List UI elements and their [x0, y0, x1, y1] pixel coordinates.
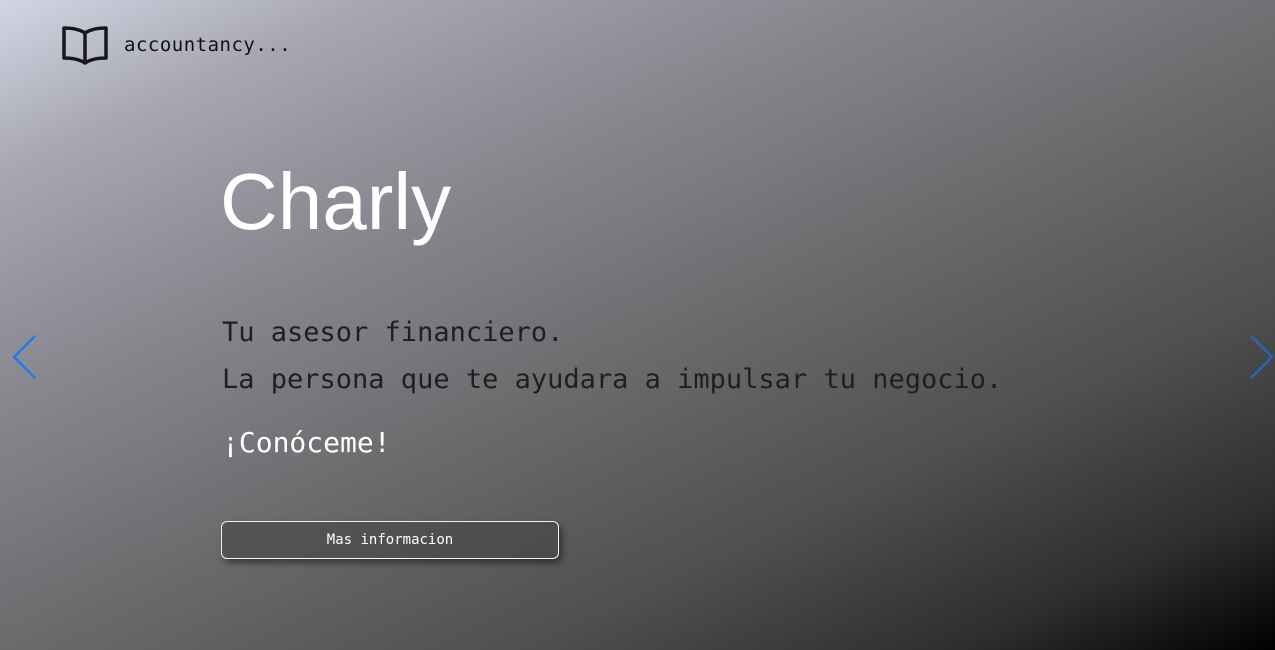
cta-text: ¡Conóceme!	[222, 426, 391, 459]
brand[interactable]: accountancy...	[62, 24, 291, 66]
brand-name: accountancy...	[124, 34, 292, 56]
tagline-line-2: La persona que te ayudara a impulsar tu …	[222, 364, 1003, 395]
chevron-left-icon[interactable]	[11, 334, 37, 380]
chevron-right-icon[interactable]	[1249, 334, 1275, 380]
more-info-button[interactable]: Mas informacion	[221, 521, 559, 559]
tagline-line-1: Tu asesor financiero.	[222, 317, 564, 348]
open-book-icon	[62, 26, 108, 65]
hero-title: Charly	[220, 157, 452, 246]
hero-tagline: Tu asesor financiero. La persona que te …	[222, 309, 1002, 403]
